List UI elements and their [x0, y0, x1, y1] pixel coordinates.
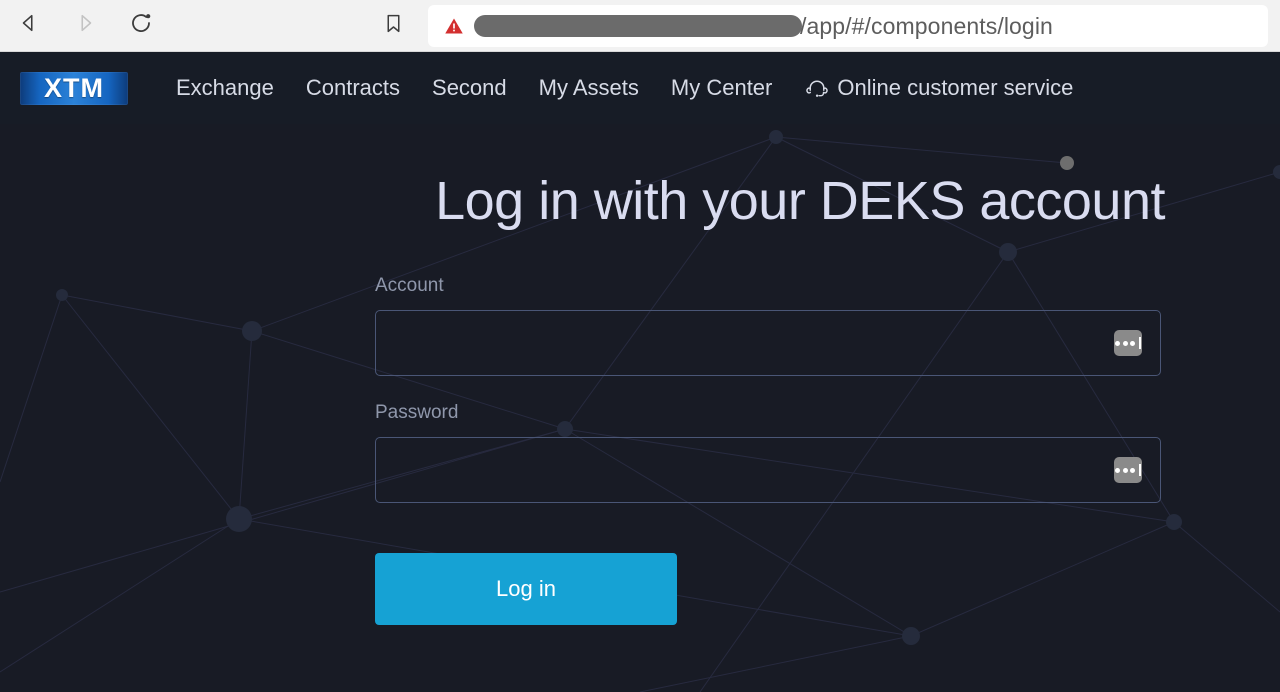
- autofill-dot: [1115, 468, 1120, 473]
- password-autofill-icon[interactable]: [1114, 457, 1142, 483]
- autofill-dot: [1123, 468, 1128, 473]
- site-logo-text: XTM: [44, 73, 104, 104]
- site-logo[interactable]: XTM: [20, 72, 128, 105]
- autofill-dot: [1115, 341, 1120, 346]
- page-title: Log in with your DEKS account: [375, 172, 1165, 231]
- autofill-dot: [1130, 468, 1135, 473]
- nav-item-my-assets[interactable]: My Assets: [523, 75, 655, 101]
- browser-toolbar: /app/#/components/login: [0, 0, 1280, 52]
- password-field-group: Password: [375, 402, 1165, 503]
- nav-item-online-customer-service-label: Online customer service: [837, 75, 1073, 101]
- address-bar[interactable]: /app/#/components/login: [428, 5, 1268, 47]
- reload-button[interactable]: [126, 11, 156, 41]
- back-button[interactable]: [14, 11, 44, 41]
- autofill-caret: [1139, 464, 1141, 476]
- site-header: XTM Exchange Contracts Second My Assets …: [0, 52, 1280, 124]
- url-redaction-overlay: [474, 15, 802, 37]
- bookmark-button[interactable]: [378, 11, 408, 41]
- account-input-wrapper[interactable]: [375, 310, 1161, 376]
- account-autofill-icon[interactable]: [1114, 330, 1142, 356]
- password-label: Password: [375, 402, 1165, 424]
- password-input-wrapper[interactable]: [375, 437, 1161, 503]
- nav-item-online-customer-service[interactable]: Online customer service: [788, 75, 1089, 101]
- autofill-caret: [1139, 337, 1141, 349]
- nav-item-second[interactable]: Second: [416, 75, 523, 101]
- nav-item-exchange[interactable]: Exchange: [160, 75, 290, 101]
- login-button[interactable]: Log in: [375, 553, 677, 625]
- back-arrow-icon: [18, 12, 40, 39]
- forward-button: [70, 11, 100, 41]
- account-label: Account: [375, 275, 1165, 297]
- bookmark-icon: [383, 13, 404, 39]
- url-text: /app/#/components/login: [800, 13, 1053, 40]
- nav-item-contracts[interactable]: Contracts: [290, 75, 416, 101]
- reload-icon: [129, 11, 153, 40]
- login-panel: Log in with your DEKS account Account Pa…: [375, 172, 1165, 625]
- autofill-dot: [1130, 341, 1135, 346]
- not-secure-warning-icon[interactable]: [444, 16, 464, 36]
- autofill-dot: [1123, 341, 1128, 346]
- account-input[interactable]: [376, 311, 1160, 375]
- headset-icon: [806, 77, 828, 99]
- highlight-node: [1060, 156, 1074, 170]
- main-navigation: Exchange Contracts Second My Assets My C…: [160, 75, 1089, 101]
- nav-item-my-center[interactable]: My Center: [655, 75, 788, 101]
- web-page: XTM Exchange Contracts Second My Assets …: [0, 52, 1280, 692]
- browser-window: /app/#/components/login: [0, 0, 1280, 692]
- account-field-group: Account: [375, 275, 1165, 376]
- password-input[interactable]: [376, 438, 1160, 502]
- navigation-buttons: [14, 11, 156, 41]
- forward-arrow-icon: [74, 12, 96, 39]
